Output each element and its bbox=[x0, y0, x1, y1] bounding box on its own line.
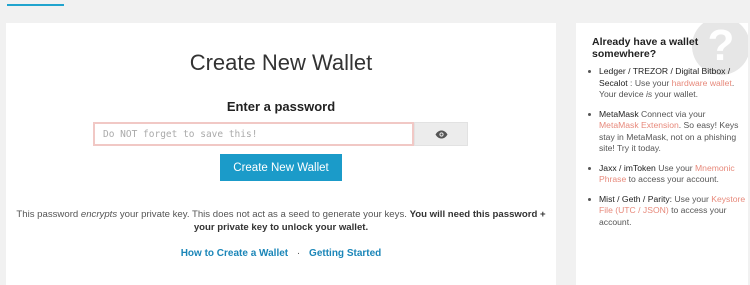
how-to-create-wallet-link[interactable]: How to Create a Wallet bbox=[181, 248, 288, 259]
metamask-extension-link[interactable]: MetaMask Extension bbox=[599, 120, 679, 130]
list-item-hardware: Ledger / TREZOR / Digital Bitbox / Secal… bbox=[586, 66, 746, 101]
create-wallet-panel: Create New Wallet Enter a password Creat… bbox=[6, 23, 556, 285]
bullet-icon bbox=[588, 166, 591, 170]
link-separator: · bbox=[296, 248, 301, 259]
create-wallet-button[interactable]: Create New Wallet bbox=[220, 154, 342, 181]
bullet-icon bbox=[588, 112, 591, 116]
list-item-keystore: Mist / Geth / Parity: Use your Keystore … bbox=[586, 194, 746, 229]
existing-wallet-sidebar: ? Already have a wallet somewhere? Ledge… bbox=[576, 23, 748, 285]
bullet-icon bbox=[588, 70, 591, 73]
wallet-options-list: Ledger / TREZOR / Digital Bitbox / Secal… bbox=[586, 66, 746, 236]
password-input[interactable] bbox=[93, 122, 414, 146]
page-title: Create New Wallet bbox=[189, 50, 373, 75]
list-item-metamask: MetaMask Connect via your MetaMask Exten… bbox=[586, 109, 746, 155]
password-info-text: This password encrypts your private key.… bbox=[16, 209, 546, 233]
show-password-toggle[interactable] bbox=[414, 122, 468, 146]
sidebar-title: Already have a wallet somewhere? bbox=[592, 36, 699, 60]
help-links: How to Create a Wallet · Getting Started bbox=[6, 248, 556, 259]
password-label: Enter a password bbox=[226, 99, 336, 114]
getting-started-link[interactable]: Getting Started bbox=[309, 248, 381, 259]
eye-icon bbox=[435, 130, 447, 138]
list-item-mnemonic: Jaxx / imToken Use your Mnemonic Phrase … bbox=[586, 163, 746, 186]
hardware-wallet-link[interactable]: hardware wallet bbox=[672, 78, 732, 88]
bullet-icon bbox=[588, 197, 591, 201]
encrypts-emphasis: encrypts bbox=[80, 209, 118, 220]
active-tab-indicator bbox=[7, 4, 64, 6]
